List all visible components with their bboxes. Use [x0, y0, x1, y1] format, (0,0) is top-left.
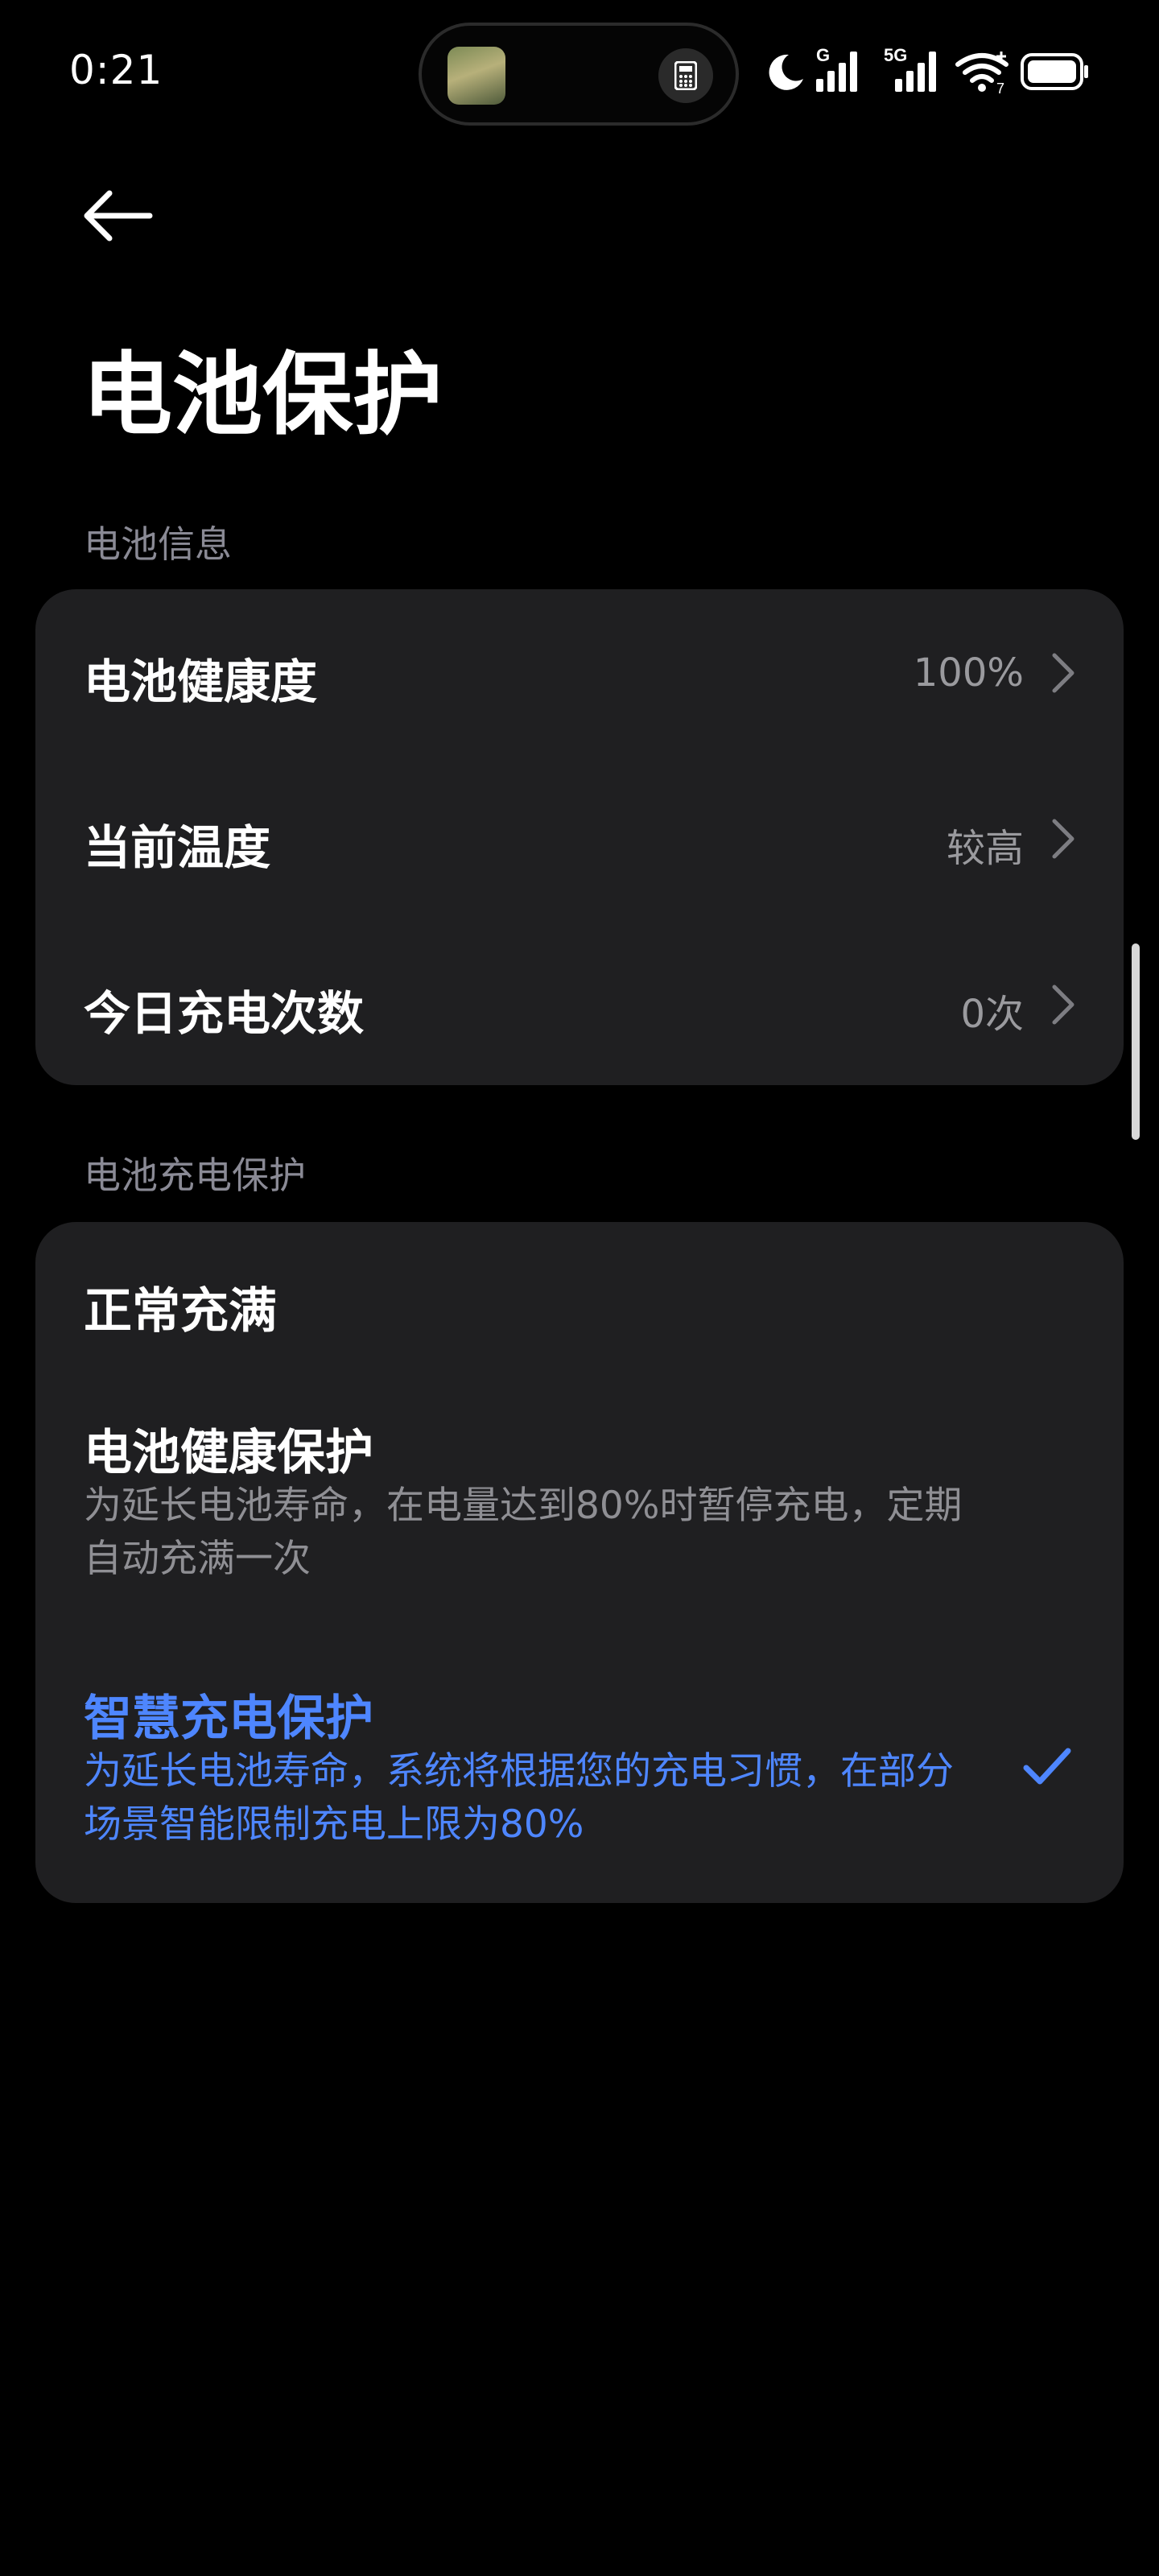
chevron-right-icon [1052, 653, 1074, 693]
row-label: 今日充电次数 [84, 986, 365, 1041]
chevron-right-icon [1052, 819, 1074, 859]
option-title: 正常充满 [84, 1283, 277, 1340]
signal-icon-2: 5G [884, 45, 936, 92]
signal-icon-1: G [816, 45, 857, 92]
wifi-icon: 7 [955, 52, 1008, 95]
option-description: 为延长电池寿命，系统将根据您的充电习惯，在部分场景智能限制充电上限为80% [84, 1749, 954, 1847]
row-value: 100% [913, 650, 1024, 696]
calculator-icon [674, 61, 697, 90]
option-smart-charge-protection[interactable]: 智慧充电保护 为延长电池寿命，系统将根据您的充电习惯，在部分场景智能限制充电上限… [35, 1624, 1124, 1903]
signal-2-label: 5G [884, 45, 907, 65]
checkmark-icon [1023, 1748, 1071, 1785]
section-header-charge-protection: 电池充电保护 [84, 1154, 306, 1197]
back-arrow-icon[interactable] [77, 184, 158, 248]
calculator-button[interactable] [658, 48, 713, 103]
status-bar: 0:21 G 5G 7 [0, 0, 1159, 145]
page-title: 电池保护 [82, 343, 443, 448]
row-current-temperature[interactable]: 当前温度 较高 [35, 753, 1124, 918]
battery-icon [1021, 53, 1088, 90]
row-value: 较高 [946, 826, 1024, 871]
moon-icon [769, 54, 803, 90]
dynamic-island[interactable] [419, 23, 739, 126]
signal-1-label: G [816, 45, 830, 65]
section-header-battery-info: 电池信息 [84, 522, 232, 566]
row-label: 当前温度 [84, 820, 271, 875]
row-value: 0次 [960, 992, 1024, 1037]
option-title: 电池健康保护 [84, 1425, 373, 1481]
wifi-label: 7 [996, 80, 1004, 95]
option-description: 为延长电池寿命，在电量达到80%时暂停充电，定期自动充满一次 [84, 1484, 963, 1581]
media-thumbnail[interactable] [448, 47, 505, 105]
option-title: 智慧充电保护 [84, 1690, 373, 1747]
option-normal-full[interactable]: 正常充满 [35, 1222, 1124, 1359]
row-label: 电池健康度 [84, 654, 318, 709]
battery-info-card: 电池健康度 100% 当前温度 较高 今日充电次数 0次 [35, 589, 1124, 1085]
scrollbar[interactable] [1132, 943, 1140, 1140]
status-time: 0:21 [69, 47, 163, 93]
chevron-right-icon [1052, 985, 1074, 1025]
row-charge-count[interactable]: 今日充电次数 0次 [35, 918, 1124, 1082]
option-battery-health-protection[interactable]: 电池健康保护 为延长电池寿命，在电量达到80%时暂停充电，定期自动充满一次 [35, 1359, 1124, 1624]
status-icons: G 5G 7 [765, 45, 1088, 101]
row-battery-health[interactable]: 电池健康度 100% [35, 589, 1124, 753]
charge-protection-card: 正常充满 电池健康保护 为延长电池寿命，在电量达到80%时暂停充电，定期自动充满… [35, 1222, 1124, 1903]
